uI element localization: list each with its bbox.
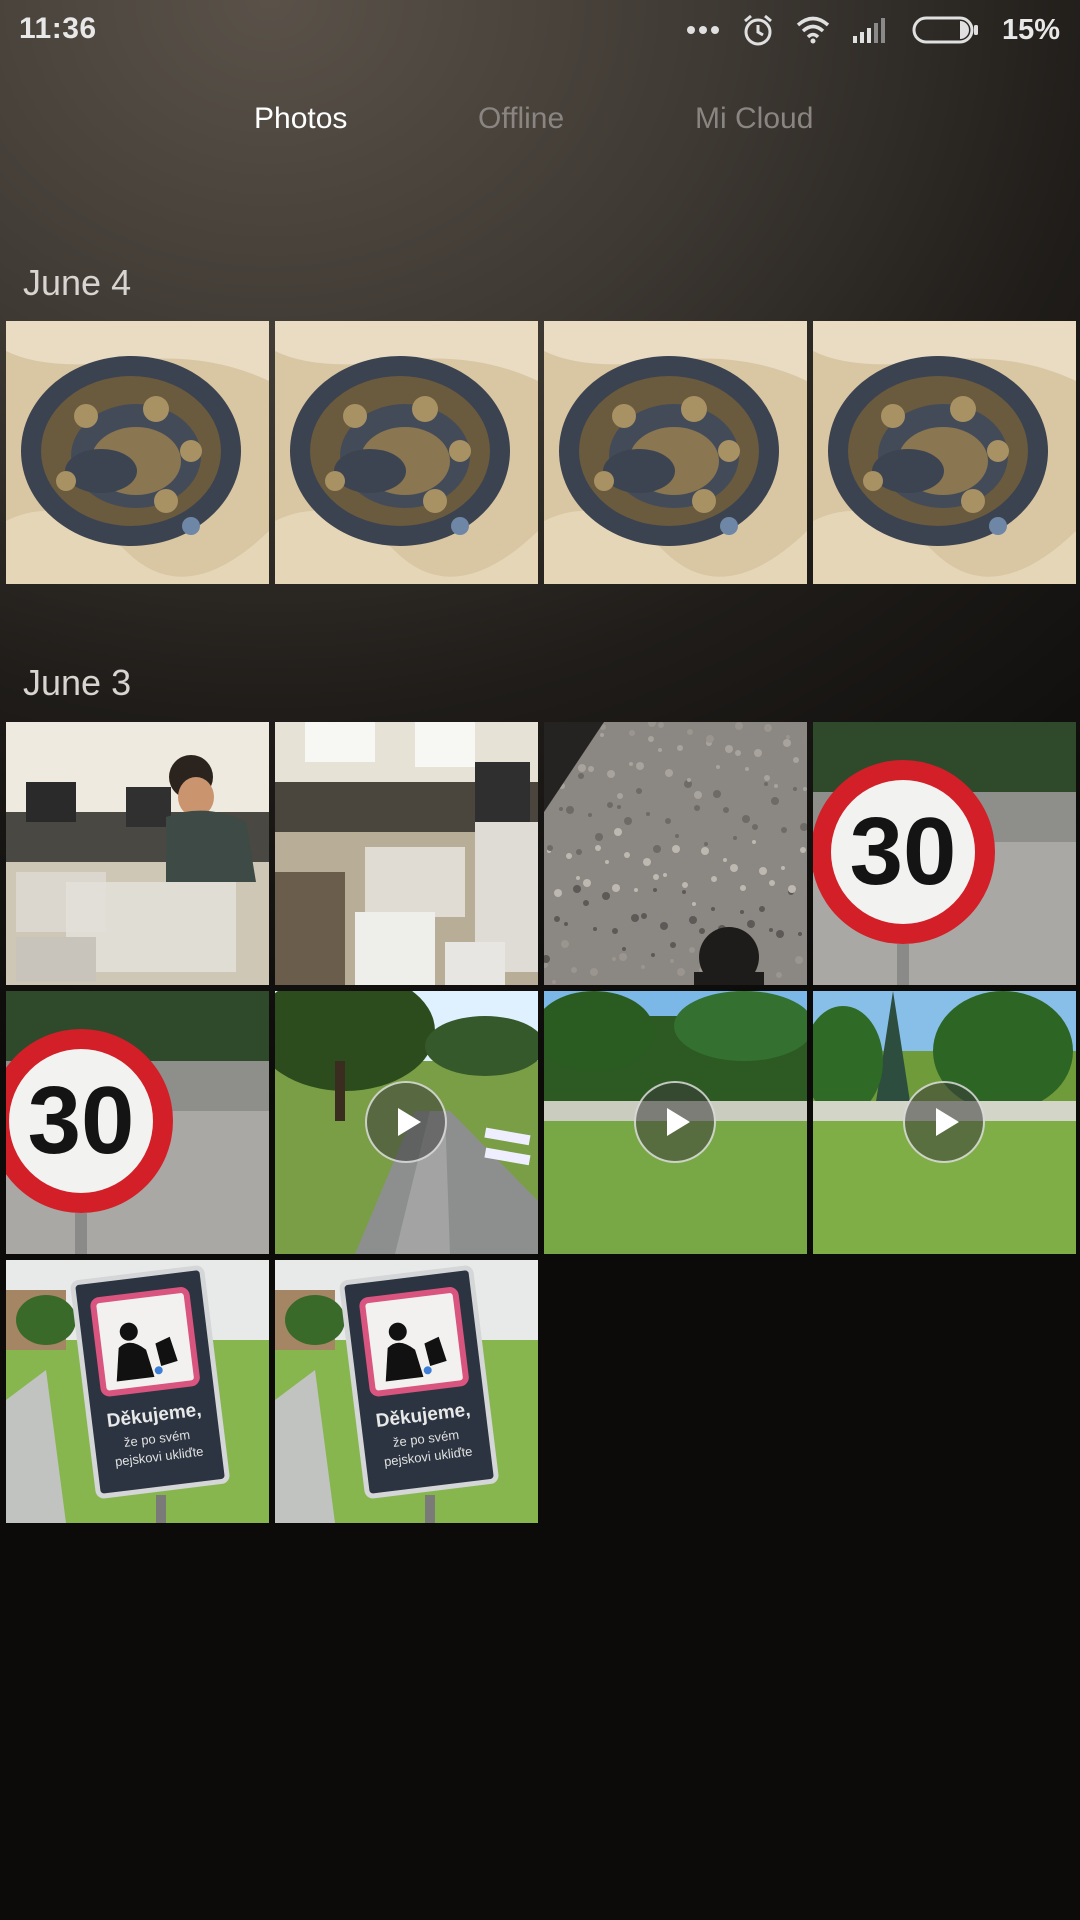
alarm-icon [742, 13, 774, 47]
wifi-icon [796, 16, 830, 44]
photo-thumbnail[interactable] [544, 722, 807, 985]
tab-photos[interactable]: Photos [254, 102, 347, 136]
thumbnail-image [544, 321, 807, 584]
photo-thumbnail[interactable] [813, 321, 1076, 584]
signal-icon [852, 16, 890, 44]
photo-thumbnail[interactable] [275, 321, 538, 584]
photo-thumbnail[interactable]: 30 [6, 991, 269, 1254]
section-date-label: June 4 [23, 262, 132, 303]
thumbnail-image [6, 321, 269, 584]
thumbnail-image [275, 321, 538, 584]
thumbnail-image: 30 [813, 722, 1076, 985]
photo-thumbnail[interactable] [275, 722, 538, 985]
video-thumbnail[interactable] [813, 991, 1076, 1254]
play-icon[interactable] [365, 1081, 447, 1163]
thumbnail-image [275, 722, 538, 985]
thumbnail-image: 30 [6, 991, 269, 1254]
play-icon[interactable] [634, 1081, 716, 1163]
photo-thumbnail[interactable]: Děkujeme, že po svém pejskovi ukliďte [275, 1260, 538, 1523]
video-thumbnail[interactable] [544, 991, 807, 1254]
video-thumbnail[interactable] [275, 991, 538, 1254]
thumbnail-image: Děkujeme, že po svém pejskovi ukliďte [275, 1260, 538, 1523]
tab-bar: Photos Offline Mi Cloud [0, 102, 1080, 154]
tab-mi-cloud[interactable]: Mi Cloud [695, 102, 813, 136]
battery-percent: 15% [1001, 13, 1060, 46]
thumbnail-image [813, 321, 1076, 584]
battery-icon [912, 15, 980, 45]
photo-thumbnail[interactable] [6, 722, 269, 985]
more-dots-icon [686, 25, 720, 35]
photo-thumbnail[interactable]: Děkujeme, že po svém pejskovi ukliďte [6, 1260, 269, 1523]
thumbnail-image [544, 722, 807, 985]
photo-thumbnail[interactable] [544, 321, 807, 584]
photo-thumbnail[interactable]: 30 [813, 722, 1076, 985]
status-time: 11:36 [19, 12, 97, 45]
svg-text:30: 30 [850, 798, 957, 905]
thumbnail-image: Děkujeme, že po svém pejskovi ukliďte [6, 1260, 269, 1523]
tab-offline[interactable]: Offline [478, 102, 564, 136]
section-date-label: June 3 [23, 662, 132, 703]
play-icon[interactable] [903, 1081, 985, 1163]
svg-text:30: 30 [28, 1067, 135, 1174]
status-bar: 11:36 15% [0, 0, 1080, 60]
photo-thumbnail[interactable] [6, 321, 269, 584]
thumbnail-image [6, 722, 269, 985]
status-icons: 15% [686, 10, 1060, 50]
